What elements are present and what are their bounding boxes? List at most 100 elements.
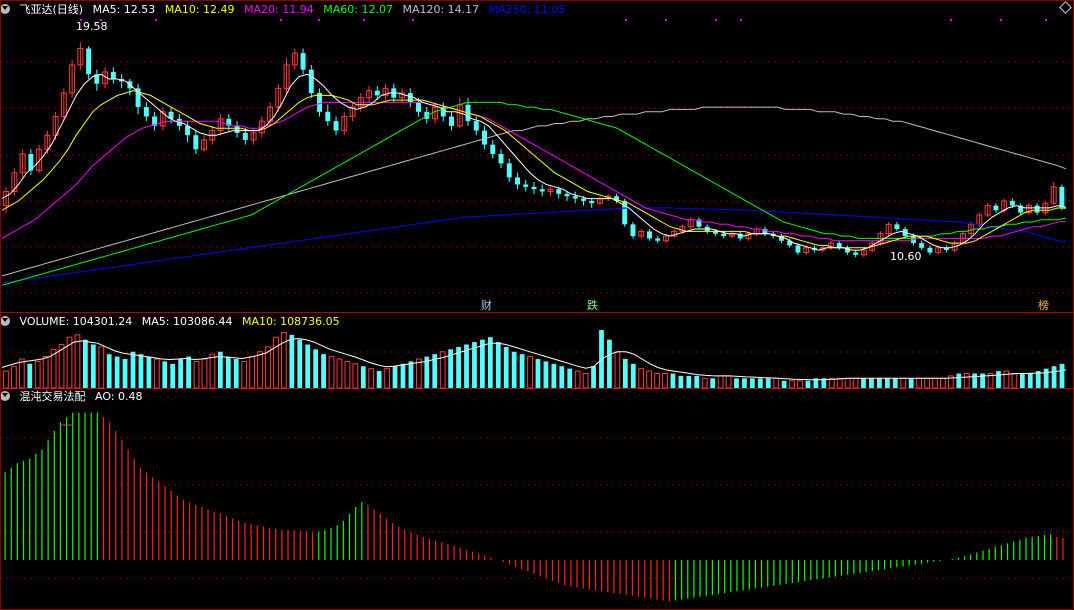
marker-dot — [740, 19, 742, 21]
volume-bar — [280, 331, 287, 389]
volume-bar — [138, 354, 144, 388]
volume-bar — [1019, 373, 1025, 388]
volume-bar — [607, 339, 612, 388]
marker-dot — [715, 19, 717, 21]
volume-bar — [670, 373, 676, 388]
candle-body — [993, 205, 999, 211]
ma10-line — [1, 90, 1067, 249]
candle-body — [482, 130, 487, 145]
volume-bar — [789, 380, 795, 389]
volume-bar — [328, 356, 335, 389]
volume-bar — [916, 377, 922, 389]
volume-bar — [257, 351, 263, 389]
marker-dot — [412, 19, 414, 21]
volume-bar — [241, 360, 248, 389]
candle-body — [506, 163, 512, 178]
candle-body — [646, 231, 652, 239]
candle-body — [853, 252, 859, 255]
volume-bar — [932, 377, 938, 389]
volume-bar — [725, 375, 732, 389]
volume-bar — [630, 363, 636, 388]
volume-bar — [376, 371, 382, 388]
volume-bar — [480, 339, 485, 388]
volume-bar — [797, 380, 803, 389]
candle-body — [449, 116, 454, 126]
volume-bar — [924, 377, 930, 389]
volume-bar — [836, 377, 843, 389]
stock-chart[interactable]: 19.58 10.60 财 跌 榜 — [0, 0, 1074, 610]
volume-bar — [734, 378, 739, 388]
marker-dot — [665, 19, 667, 21]
volume-bar — [495, 342, 501, 388]
ma5-line — [1, 73, 1067, 251]
volume-bar — [27, 363, 33, 388]
badge-cai[interactable]: 财 — [481, 298, 492, 312]
volume-bar — [654, 373, 660, 389]
volume-bar — [861, 378, 866, 388]
volume-bar — [186, 356, 191, 388]
volume-bar — [892, 378, 898, 388]
candle-body — [1009, 200, 1015, 206]
volume-bar — [74, 334, 81, 389]
candle-body — [110, 71, 116, 79]
volume-bar — [11, 365, 17, 389]
volume-bar — [686, 375, 692, 388]
candle-body — [193, 135, 199, 150]
volume-bar — [996, 371, 1001, 388]
volume-bar — [614, 351, 621, 389]
candle-body — [1059, 186, 1065, 208]
volume-bar — [321, 354, 326, 388]
volume-bar — [701, 377, 708, 389]
candle-body — [836, 243, 842, 248]
marker-dot — [950, 19, 952, 21]
volume-bar — [662, 373, 668, 389]
marker-dot — [1000, 19, 1002, 21]
volume-bar — [114, 356, 120, 388]
volume-bar — [567, 368, 573, 388]
volume-bar — [757, 378, 763, 388]
candle-body — [589, 200, 595, 204]
badge-bang[interactable]: 榜 — [1038, 298, 1049, 312]
volume-bar — [336, 358, 343, 389]
volume-bar — [289, 334, 295, 388]
volume-bar — [1043, 368, 1049, 388]
marker-dot — [1045, 19, 1047, 21]
candle-body — [515, 177, 520, 185]
volume-bar — [638, 368, 645, 389]
volume-bar — [519, 354, 525, 388]
volume-bar — [1003, 370, 1010, 389]
badge-die[interactable]: 跌 — [587, 298, 598, 312]
low-price-label: 10.60 — [890, 250, 922, 263]
volume-bar — [503, 346, 509, 388]
volume-bar — [900, 377, 907, 389]
volume-bar — [297, 339, 303, 388]
volume-bar — [972, 373, 978, 388]
high-price-label: 19.58 — [76, 20, 108, 33]
volume-bar — [352, 363, 359, 389]
volume-bar — [225, 356, 231, 388]
volume-bar — [694, 375, 700, 388]
volume-bar — [392, 366, 398, 388]
volume-bar — [122, 359, 128, 388]
volume-bar — [153, 358, 160, 389]
volume-bar — [963, 373, 970, 389]
volume-bar — [313, 349, 319, 388]
candle-body — [1034, 205, 1040, 213]
volume-bar — [360, 366, 366, 388]
volume-bar — [42, 356, 49, 389]
volume-bar — [940, 377, 946, 389]
volume-bar — [717, 375, 724, 389]
candle-body — [490, 144, 496, 154]
volume-bar — [678, 375, 684, 388]
volume-bar — [487, 337, 493, 388]
candle-body — [242, 132, 248, 140]
volume-bar — [249, 356, 256, 389]
candle-body — [539, 189, 545, 192]
volume-bar — [18, 358, 25, 389]
volume-bar — [162, 361, 168, 388]
volume-bar — [146, 356, 152, 388]
volume-bar — [869, 378, 874, 388]
volume-bar — [591, 366, 596, 388]
volume-bar — [201, 358, 208, 389]
marker-dot — [280, 19, 282, 21]
